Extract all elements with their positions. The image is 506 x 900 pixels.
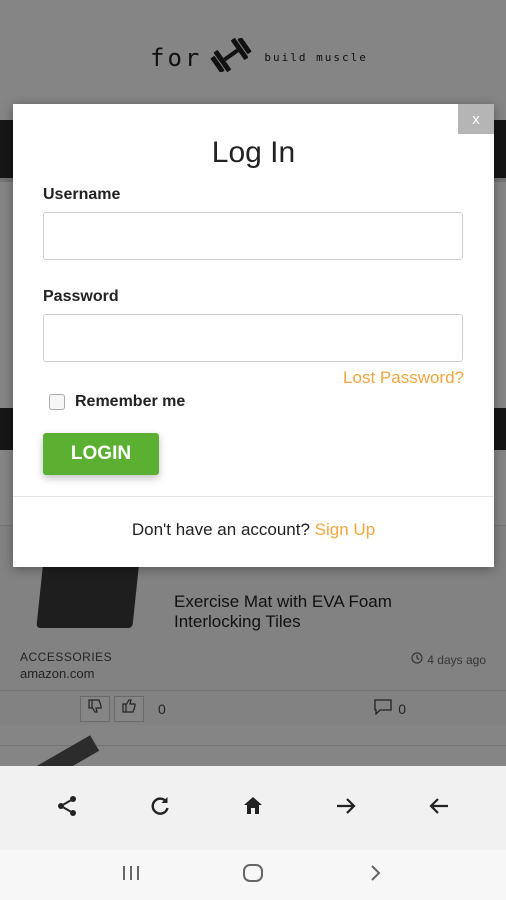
username-field[interactable] bbox=[43, 212, 463, 260]
forward-button[interactable] bbox=[326, 788, 366, 828]
share-icon bbox=[55, 794, 79, 823]
forward-arrow-icon bbox=[334, 794, 358, 823]
system-nav-bar bbox=[0, 850, 506, 900]
password-field[interactable] bbox=[43, 314, 463, 362]
share-button[interactable] bbox=[47, 788, 87, 828]
modal-title: Log In bbox=[211, 136, 296, 169]
username-label: Username bbox=[43, 186, 121, 203]
signup-link[interactable]: Sign Up bbox=[315, 520, 375, 539]
refresh-icon bbox=[148, 794, 172, 823]
system-back-button[interactable] bbox=[355, 855, 395, 895]
back-button[interactable] bbox=[419, 788, 459, 828]
home-circle-icon bbox=[242, 862, 264, 889]
back-chevron-icon bbox=[367, 863, 383, 888]
system-home-button[interactable] bbox=[233, 855, 273, 895]
remember-label: Remember me bbox=[75, 393, 186, 410]
signup-row: Don't have an account? Sign Up bbox=[13, 520, 494, 540]
remember-me[interactable]: Remember me bbox=[49, 393, 185, 411]
login-button[interactable]: LOGIN bbox=[43, 433, 159, 475]
home-icon bbox=[241, 794, 265, 823]
back-arrow-icon bbox=[427, 794, 451, 823]
close-button[interactable]: x bbox=[458, 104, 494, 134]
browser-toolbar bbox=[0, 766, 506, 850]
signup-prompt: Don't have an account? bbox=[131, 520, 310, 539]
recent-apps-icon bbox=[120, 864, 142, 887]
lost-password-link[interactable]: Lost Password? bbox=[343, 368, 464, 388]
refresh-button[interactable] bbox=[140, 788, 180, 828]
modal-divider bbox=[13, 496, 494, 497]
password-label: Password bbox=[43, 288, 119, 305]
remember-checkbox[interactable] bbox=[49, 394, 65, 410]
login-modal: x Log In Username Password Lost Password… bbox=[13, 104, 494, 567]
recent-apps-button[interactable] bbox=[111, 855, 151, 895]
home-button[interactable] bbox=[233, 788, 273, 828]
